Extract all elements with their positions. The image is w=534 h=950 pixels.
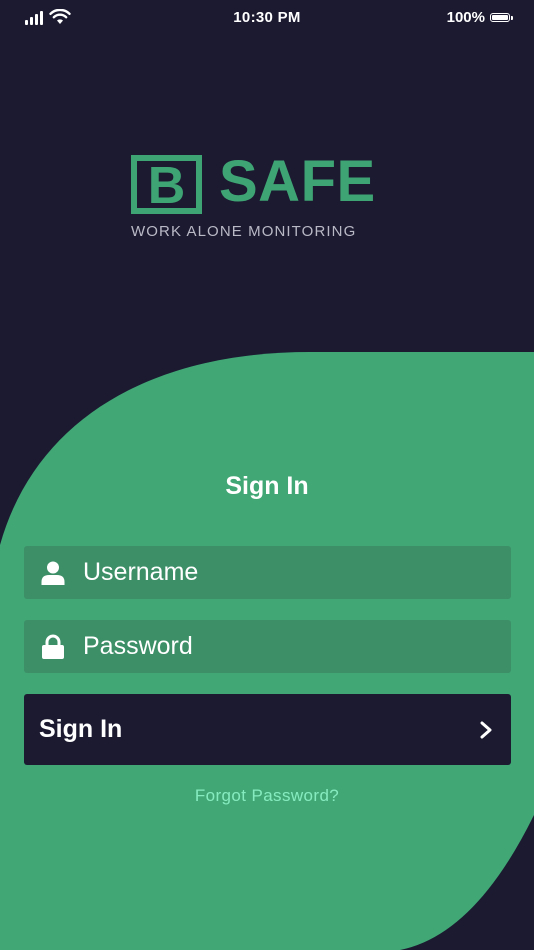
username-placeholder: Username	[83, 558, 199, 586]
lock-icon	[40, 634, 66, 660]
signin-button-label: Sign In	[39, 715, 123, 743]
chevron-right-icon	[480, 721, 492, 738]
signin-button[interactable]: Sign In	[24, 694, 511, 765]
signin-title: Sign In	[225, 472, 309, 500]
logo-tagline: WORK ALONE MONITORING	[131, 223, 357, 240]
battery-icon	[490, 13, 513, 22]
forgot-password-link[interactable]: Forgot Password?	[0, 786, 534, 806]
login-screen: 10:30 PM 100% B SAFE WORK ALONE MONITORI…	[0, 0, 534, 950]
logo-mark-letter: B	[147, 156, 186, 215]
user-icon	[40, 560, 66, 586]
bsafe-logo: B SAFE WORK ALONE MONITORING	[131, 149, 403, 245]
status-bar: 10:30 PM 100%	[0, 0, 534, 36]
logo-wordmark: SAFE	[219, 149, 376, 214]
status-right: 100%	[446, 9, 513, 26]
username-field[interactable]: Username	[24, 546, 511, 599]
password-placeholder: Password	[83, 632, 193, 660]
logo-mark: B	[131, 155, 202, 214]
password-field[interactable]: Password	[24, 620, 511, 673]
battery-percentage: 100%	[446, 9, 485, 26]
